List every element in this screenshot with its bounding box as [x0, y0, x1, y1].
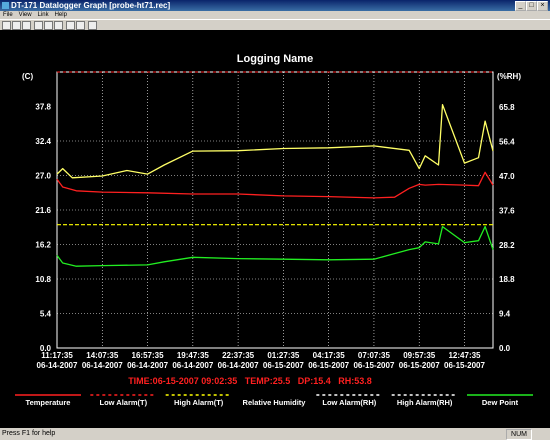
- help-icon[interactable]: [88, 21, 97, 30]
- x-tick-time: 16:57:35: [132, 351, 165, 360]
- x-tick-time: 19:47:35: [177, 351, 210, 360]
- x-tick-date: 06-15-2007: [263, 361, 304, 370]
- menu-file[interactable]: File: [0, 12, 16, 18]
- close-icon[interactable]: ×: [537, 1, 548, 11]
- x-tick-time: 11:17:35: [41, 351, 73, 360]
- x-tick-date: 06-14-2007: [218, 361, 259, 370]
- x-axis-ticks: 11:17:3506-14-200714:07:3506-14-200716:5…: [37, 351, 486, 370]
- save-icon[interactable]: [12, 21, 21, 30]
- download-icon[interactable]: [76, 21, 85, 30]
- legend-label: High Alarm(RH): [397, 398, 453, 407]
- chart-grid: [56, 71, 494, 349]
- series-line-dew-point: [56, 225, 494, 267]
- right-tick-label: 56.4: [499, 138, 515, 147]
- legend-label: Low Alarm(RH): [322, 398, 376, 407]
- right-tick-label: 47.0: [499, 172, 515, 181]
- right-tick-label: 28.2: [499, 241, 515, 250]
- window-titlebar: DT-171 Datalogger Graph [probe-ht71.rec]…: [0, 0, 550, 11]
- x-tick-date: 06-15-2007: [308, 361, 349, 370]
- left-tick-label: 27.0: [35, 172, 51, 181]
- legend-label: Low Alarm(T): [100, 398, 148, 407]
- left-tick-label: 10.8: [35, 275, 51, 284]
- x-tick-time: 07:07:35: [358, 351, 391, 360]
- series-layer: [56, 103, 494, 267]
- legend: Temperature Low Alarm(T) High Alarm(T) Rela…: [15, 394, 533, 407]
- zoom-in-icon[interactable]: [34, 21, 43, 30]
- menu-help[interactable]: Help: [52, 12, 70, 18]
- right-tick-label: 0.0: [499, 344, 511, 353]
- series-line-relative-humidity: [56, 103, 494, 179]
- right-tick-label: 18.8: [499, 275, 515, 284]
- x-tick-time: 14:07:35: [86, 351, 119, 360]
- zoom-out-icon[interactable]: [44, 21, 53, 30]
- left-tick-label: 5.4: [40, 310, 52, 319]
- print-icon[interactable]: [22, 21, 31, 30]
- menubar: File View Link Help: [0, 11, 550, 19]
- left-tick-label: 21.6: [35, 206, 51, 215]
- minimize-icon[interactable]: _: [515, 1, 526, 11]
- right-axis-label: (%RH): [497, 72, 521, 81]
- x-tick-date: 06-15-2007: [444, 361, 485, 370]
- x-tick-time: 09:57:35: [403, 351, 436, 360]
- x-tick-time: 01:27:35: [267, 351, 300, 360]
- right-tick-label: 65.8: [499, 103, 515, 112]
- cursor-readout: TIME:06-15-2007 09:02:35 TEMP:25.5 DP:15…: [128, 376, 372, 386]
- menu-link[interactable]: Link: [35, 12, 52, 18]
- menu-view[interactable]: View: [16, 12, 35, 18]
- right-tick-label: 37.6: [499, 206, 515, 215]
- open-file-icon[interactable]: [2, 21, 11, 30]
- num-lock-indicator: NUM: [506, 429, 532, 440]
- left-tick-label: 16.2: [35, 241, 51, 250]
- plot-frame: [56, 71, 494, 349]
- series-line-temperature: [56, 171, 494, 199]
- maximize-icon[interactable]: □: [526, 1, 537, 11]
- x-tick-date: 06-15-2007: [399, 361, 440, 370]
- x-tick-date: 06-14-2007: [82, 361, 123, 370]
- statusbar: Press F1 for help NUM: [0, 428, 550, 440]
- chart-area: Logging Name (C) (%RH) 37.8 32.4 27.0 21.6 1…: [0, 30, 550, 428]
- legend-label: Relative Humidity: [243, 398, 307, 407]
- left-axis-ticks: 37.832.427.021.616.210.85.40.0: [35, 103, 51, 354]
- x-tick-date: 06-14-2007: [172, 361, 213, 370]
- legend-label: Dew Point: [482, 398, 519, 407]
- x-tick-time: 12:47:35: [448, 351, 481, 360]
- left-tick-label: 37.8: [35, 103, 51, 112]
- app-icon: [2, 2, 9, 9]
- x-tick-date: 06-14-2007: [127, 361, 168, 370]
- status-help-text: Press F1 for help: [2, 430, 56, 437]
- x-tick-date: 06-15-2007: [353, 361, 394, 370]
- right-axis-ticks: 65.8 56.4 47.0 37.6 28.2 18.8 9.4 0.0: [499, 103, 515, 353]
- x-tick-time: 04:17:35: [313, 351, 346, 360]
- left-tick-label: 32.4: [35, 137, 51, 146]
- left-axis-label: (C): [22, 72, 33, 81]
- right-tick-label: 9.4: [499, 310, 511, 319]
- x-tick-time: 22:37:35: [222, 351, 255, 360]
- legend-label: High Alarm(T): [174, 398, 224, 407]
- settings-icon[interactable]: [54, 21, 63, 30]
- legend-label: Temperature: [26, 398, 71, 407]
- x-tick-date: 06-14-2007: [37, 361, 78, 370]
- window-title: DT-171 Datalogger Graph [probe-ht71.rec]: [11, 1, 171, 10]
- logging-chart: Logging Name (C) (%RH) 37.8 32.4 27.0 21.6 1…: [15, 53, 533, 407]
- chart-title: Logging Name: [237, 53, 313, 65]
- connect-icon[interactable]: [66, 21, 75, 30]
